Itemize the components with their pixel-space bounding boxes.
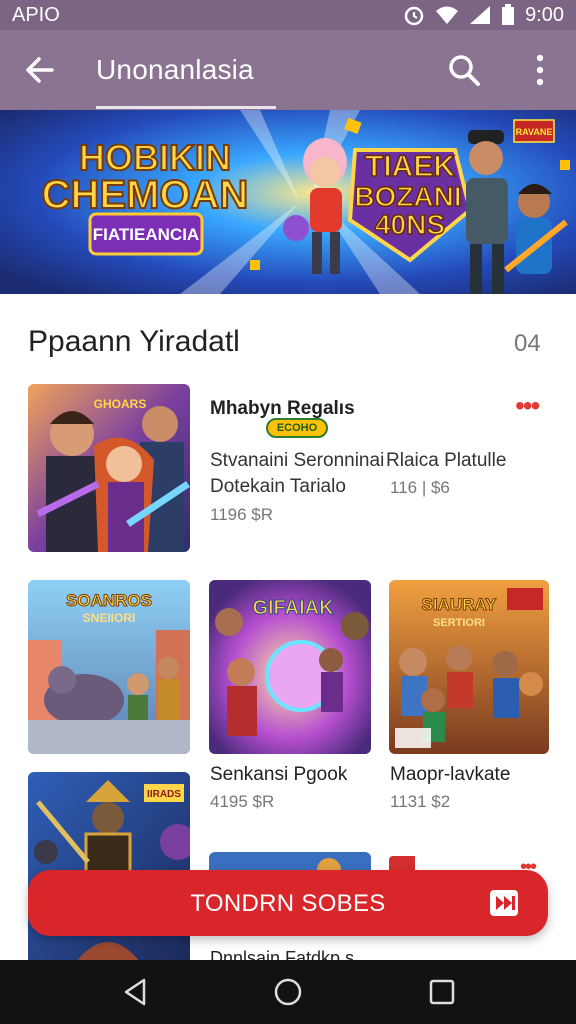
featured-title[interactable]: Mhabyn Regalıs xyxy=(210,398,355,420)
signal-icon xyxy=(470,6,491,24)
back-triangle-icon[interactable] xyxy=(120,976,152,1008)
section-title: Ppaann Yiradatl xyxy=(28,325,240,358)
featured-thumbnail[interactable]: GHOARS xyxy=(28,384,190,552)
battery-icon xyxy=(502,4,515,25)
primary-action-label: TONDRN SOBES xyxy=(190,890,386,917)
grid-caption-title[interactable]: Maopr-lavkate xyxy=(390,764,510,786)
banner-left-title-2: CHEMOAN xyxy=(42,173,249,217)
grid-caption-title[interactable]: Senkansi Pgook xyxy=(210,764,347,786)
featured-badge: ECOHO xyxy=(266,418,328,438)
featured-badge-label: ECOHO xyxy=(276,422,318,434)
featured-thumb-title: GHOARS xyxy=(94,397,147,411)
featured-line1: Stvanaini Seronninai xyxy=(210,450,385,471)
banner-right-title-2: BOZANI xyxy=(354,181,461,212)
home-circle-icon[interactable] xyxy=(272,976,304,1008)
title-underline xyxy=(96,106,276,109)
featured-right-price: 116 | $6 xyxy=(390,478,450,497)
grid-thumbnail[interactable]: GIFAIAK xyxy=(209,580,371,754)
grid-thumb-sub: SNEIIORI xyxy=(83,611,136,625)
grid-thumb-title: SOANROS xyxy=(66,591,152,610)
system-nav-bar xyxy=(0,960,576,1024)
banner-right-title-3: 40NS xyxy=(375,209,445,240)
featured-more-icon[interactable]: ••• xyxy=(515,390,540,422)
more-vert-icon[interactable] xyxy=(526,52,554,88)
skip-forward-icon xyxy=(490,890,518,916)
clock: 9:00 xyxy=(525,3,564,26)
grid-caption-price: 4195 $R xyxy=(210,792,275,811)
banner-left-title-1: HOBIKIN xyxy=(79,137,231,178)
grid-thumb-title: GIFAIAK xyxy=(252,597,334,619)
grid-thumbnail[interactable]: SIAURAY SERTIORI xyxy=(389,580,549,754)
section-count: 04 xyxy=(514,330,541,357)
grid-thumb-title: SIAURAY xyxy=(422,595,498,614)
banner-badge: RAVANE xyxy=(516,127,553,137)
wifi-icon xyxy=(436,6,459,24)
grid-caption-price: 1131 $2 xyxy=(390,792,451,811)
primary-action-button[interactable]: TONDRN SOBES xyxy=(28,870,548,936)
alarm-icon xyxy=(404,6,424,26)
search-icon[interactable] xyxy=(446,52,482,88)
banner-left-subtitle: FIATIEANCIA xyxy=(93,225,199,244)
app-bar: Unonanlasia xyxy=(0,30,576,110)
featured-line2: Dotekain Tarialo xyxy=(210,476,346,497)
grid-thumb-title: IIRADS xyxy=(147,789,181,800)
grid-thumb-sub: SERTIORI xyxy=(433,617,485,629)
carrier-label: APIO xyxy=(12,3,60,26)
recents-square-icon[interactable] xyxy=(426,976,458,1008)
grid-thumbnail[interactable]: SOANROS SNEIIORI xyxy=(28,580,190,754)
page-title: Unonanlasia xyxy=(96,54,254,85)
featured-right-line1: Rlaica Platulle xyxy=(386,450,507,471)
banner-right-title-1: TIAEK xyxy=(365,150,455,183)
status-icons: 9:00 xyxy=(403,4,564,27)
featured-price: 1196 $R xyxy=(210,505,274,524)
promo-banner[interactable]: RAVANE HOBIKIN CHEMOAN FIATIEANCIA TIAEK… xyxy=(0,110,576,294)
arrow-left-icon[interactable] xyxy=(22,52,58,88)
status-bar: APIO 9:00 xyxy=(0,0,576,30)
partial-caption[interactable]: Dnnlsain Fatdkp s xyxy=(210,948,354,960)
